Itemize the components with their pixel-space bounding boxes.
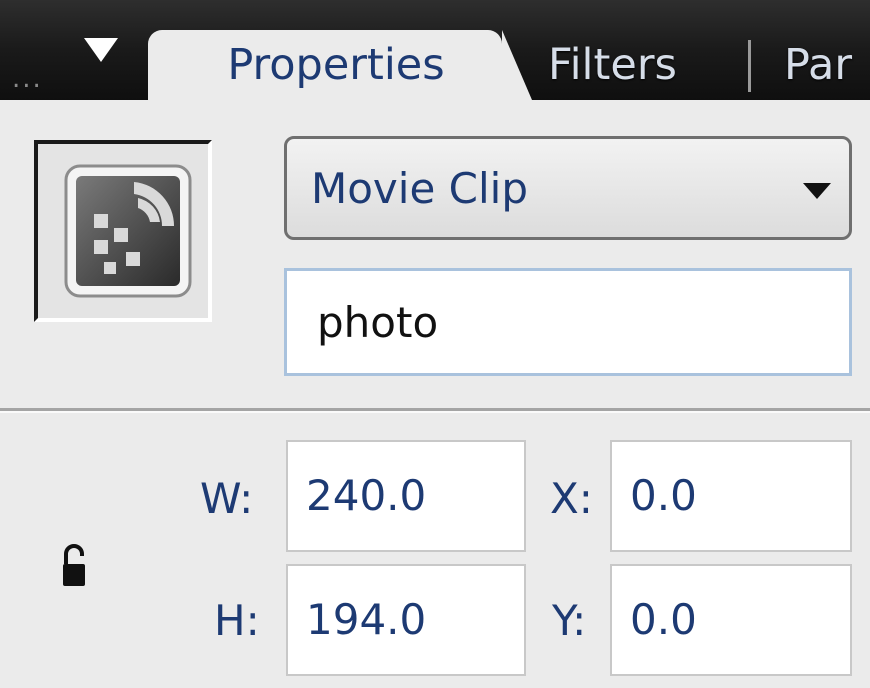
instance-name-input[interactable] bbox=[284, 268, 852, 376]
symbol-type-label: Movie Clip bbox=[311, 164, 528, 213]
panel-menu-arrow-icon[interactable] bbox=[84, 38, 118, 62]
tab-separator bbox=[748, 40, 751, 92]
movie-clip-gear-icon bbox=[64, 164, 192, 298]
section-divider bbox=[0, 408, 870, 413]
tab-parameters[interactable]: Par bbox=[784, 30, 852, 100]
x-label: X: bbox=[550, 474, 593, 523]
symbol-type-dropdown[interactable]: Movie Clip bbox=[284, 136, 852, 240]
y-label: Y: bbox=[552, 596, 587, 645]
height-label: H: bbox=[214, 596, 260, 645]
unlocked-padlock-icon[interactable] bbox=[60, 544, 88, 588]
tab-filters[interactable]: Filters bbox=[548, 30, 677, 100]
height-field[interactable]: 194.0 bbox=[286, 564, 526, 676]
width-label: W: bbox=[200, 474, 254, 523]
width-field[interactable]: 240.0 bbox=[286, 440, 526, 552]
panel-grip[interactable]: ... bbox=[12, 66, 43, 92]
y-field[interactable]: 0.0 bbox=[610, 564, 852, 676]
chevron-down-icon bbox=[803, 183, 831, 199]
x-field[interactable]: 0.0 bbox=[610, 440, 852, 552]
panel-tab-bar: ... Properties Filters Par bbox=[0, 0, 870, 100]
tab-properties[interactable]: Properties bbox=[148, 30, 532, 100]
symbol-icon-frame bbox=[34, 140, 212, 322]
